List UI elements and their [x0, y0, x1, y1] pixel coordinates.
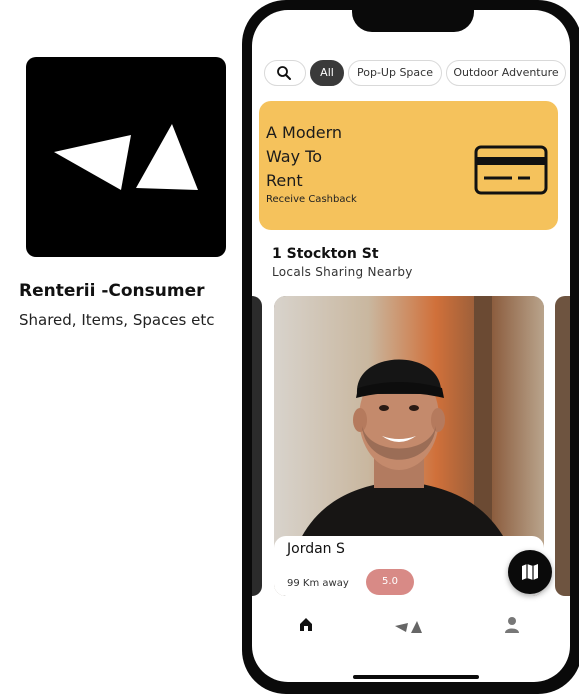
home-indicator	[353, 675, 479, 679]
location-address: 1 Stockton St	[272, 246, 379, 262]
previous-card-peek[interactable]	[252, 296, 262, 596]
profile-info: Jordan S 99 Km away 5.0	[274, 536, 544, 596]
map-icon	[522, 564, 538, 580]
profile-card[interactable]: Jordan S 99 Km away 5.0	[274, 296, 544, 596]
next-card-peek[interactable]	[555, 296, 570, 596]
app-tagline: Shared, Items, Spaces etc	[19, 311, 215, 329]
credit-card-icon	[474, 145, 548, 195]
map-button[interactable]	[508, 550, 552, 594]
chip-outdoor-adventure[interactable]: Outdoor Adventure	[446, 60, 566, 86]
banner-subtitle: Receive Cashback	[266, 194, 357, 205]
search-icon	[277, 66, 291, 80]
banner-title: A Modern Way To Rent	[266, 123, 343, 190]
promo-banner[interactable]: A Modern Way To Rent Receive Cashback	[259, 101, 558, 230]
search-button[interactable]	[264, 60, 306, 86]
profile-icon[interactable]	[504, 616, 520, 634]
app-logo	[26, 57, 226, 257]
tab-bar	[252, 606, 570, 646]
home-icon[interactable]	[298, 616, 314, 632]
chip-all[interactable]: All	[310, 60, 344, 86]
profile-distance: 99 Km away	[287, 578, 349, 589]
app-name: Renterii -Consumer	[19, 281, 205, 301]
filter-chips: All Pop-Up Space Outdoor Adventure	[264, 60, 570, 86]
rating-badge: 5.0	[366, 569, 414, 595]
chip-pop-up-space[interactable]: Pop-Up Space	[348, 60, 442, 86]
phone-screen: All Pop-Up Space Outdoor Adventure A Mod…	[252, 10, 570, 682]
phone-notch	[352, 0, 474, 32]
renterii-tab-icon[interactable]	[394, 620, 424, 634]
renterii-logo-icon	[54, 124, 198, 190]
profile-name: Jordan S	[287, 541, 345, 557]
location-subtitle: Locals Sharing Nearby	[272, 265, 413, 279]
